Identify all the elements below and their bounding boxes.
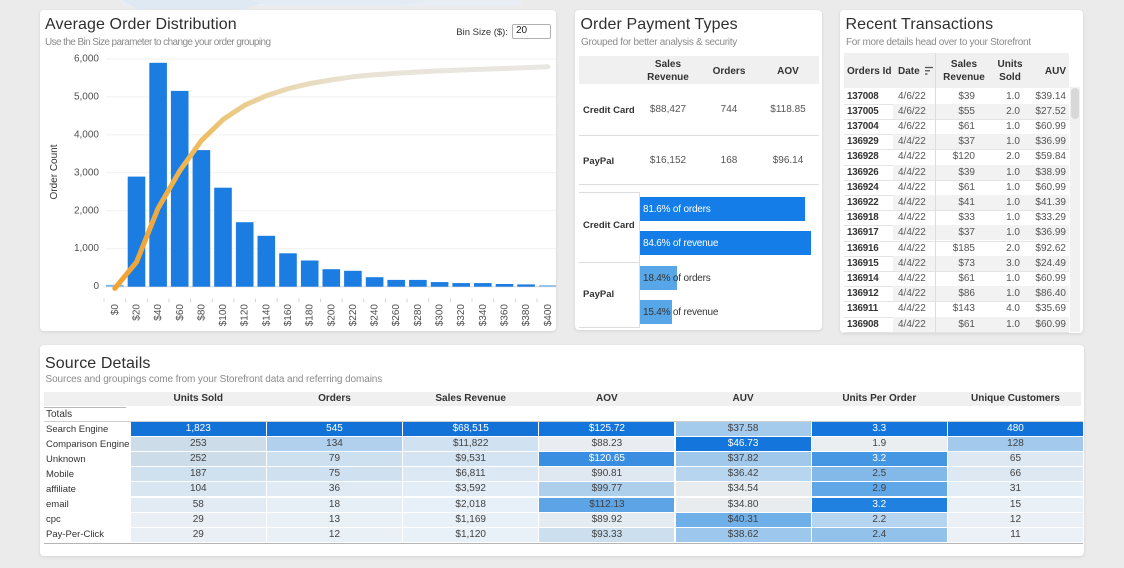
- svg-text:0: 0: [93, 281, 99, 292]
- svg-text:$280: $280: [413, 304, 424, 327]
- svg-text:Order Count: Order Count: [49, 144, 60, 199]
- svg-text:$380: $380: [521, 304, 532, 327]
- svg-text:$40: $40: [153, 304, 164, 321]
- svg-text:$360: $360: [500, 304, 511, 327]
- svg-text:$260: $260: [391, 304, 402, 327]
- svg-text:$320: $320: [456, 304, 467, 327]
- svg-text:3,000: 3,000: [74, 167, 99, 178]
- svg-text:$400: $400: [543, 304, 554, 327]
- svg-text:$220: $220: [348, 304, 359, 327]
- svg-text:$100: $100: [218, 304, 229, 327]
- svg-text:$300: $300: [435, 304, 446, 327]
- svg-text:$200: $200: [326, 304, 337, 327]
- svg-text:$120: $120: [240, 304, 251, 327]
- svg-text:$340: $340: [478, 304, 489, 327]
- svg-text:4,000: 4,000: [74, 129, 99, 140]
- svg-text:$180: $180: [305, 304, 316, 327]
- svg-text:1,000: 1,000: [74, 243, 99, 254]
- svg-text:5,000: 5,000: [74, 91, 99, 102]
- svg-text:$140: $140: [261, 304, 272, 327]
- svg-text:$0: $0: [110, 304, 121, 316]
- svg-text:6,000: 6,000: [74, 54, 99, 65]
- svg-text:$80: $80: [196, 304, 207, 321]
- svg-text:$20: $20: [132, 304, 143, 321]
- svg-text:2,000: 2,000: [74, 205, 99, 216]
- svg-text:$60: $60: [175, 304, 186, 321]
- svg-text:$240: $240: [370, 304, 381, 327]
- svg-text:$160: $160: [283, 304, 294, 327]
